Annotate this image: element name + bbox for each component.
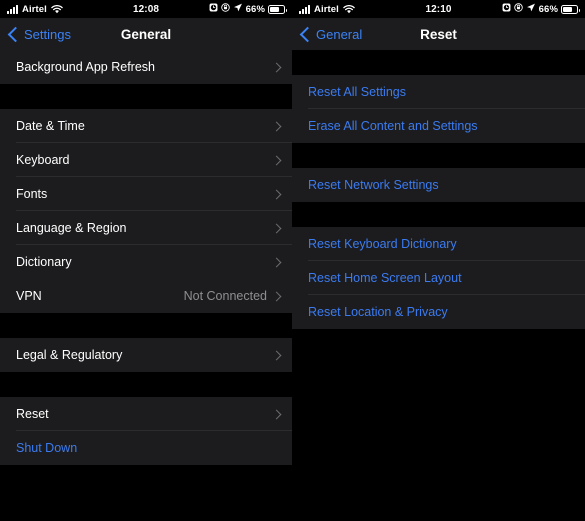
settings-row-shut-down[interactable]: Shut Down bbox=[0, 431, 292, 465]
group-gap bbox=[0, 372, 292, 397]
status-bar-right: 66% bbox=[502, 3, 580, 15]
settings-row-label: Background App Refresh bbox=[16, 60, 155, 74]
chevron-right-icon bbox=[271, 291, 282, 301]
settings-row-date-time[interactable]: Date & Time bbox=[0, 109, 292, 143]
wifi-icon bbox=[343, 4, 355, 14]
settings-table: Reset All Settings Erase All Content and … bbox=[292, 50, 585, 329]
nav-bar: Settings General bbox=[0, 18, 292, 50]
rotation-lock-icon bbox=[513, 3, 523, 15]
settings-row-label: Reset Location & Privacy bbox=[308, 305, 448, 319]
group-gap bbox=[292, 202, 585, 227]
status-bar-left: Airtel bbox=[299, 4, 355, 15]
wifi-icon bbox=[51, 4, 63, 14]
settings-row-erase-all-content-and-settings[interactable]: Erase All Content and Settings bbox=[292, 109, 585, 143]
chevron-right-icon bbox=[271, 409, 282, 419]
nav-bar: General Reset bbox=[292, 18, 585, 50]
settings-row-label: Reset Network Settings bbox=[308, 178, 439, 192]
chevron-right-icon bbox=[271, 155, 282, 165]
settings-row-reset-home-screen-layout[interactable]: Reset Home Screen Layout bbox=[292, 261, 585, 295]
settings-row-legal-regulatory[interactable]: Legal & Regulatory bbox=[0, 338, 292, 372]
chevron-left-icon bbox=[7, 26, 24, 42]
settings-row-reset-all-settings[interactable]: Reset All Settings bbox=[292, 75, 585, 109]
group-gap bbox=[292, 50, 585, 75]
alarm-clock-icon bbox=[209, 3, 218, 15]
back-button[interactable]: General bbox=[299, 26, 363, 42]
settings-row-label: Reset Home Screen Layout bbox=[308, 271, 462, 285]
chevron-right-icon bbox=[271, 350, 282, 360]
battery-percent-label: 66% bbox=[245, 3, 265, 15]
settings-group: Reset Keyboard Dictionary Reset Home Scre… bbox=[292, 227, 585, 329]
chevron-right-icon bbox=[271, 121, 282, 131]
settings-group: Background App Refresh bbox=[0, 50, 292, 84]
cellular-signal-icon bbox=[7, 4, 18, 14]
status-bar: Airtel 12:08 66% bbox=[0, 0, 292, 18]
location-arrow-icon bbox=[526, 3, 536, 15]
settings-group: Reset Shut Down bbox=[0, 397, 292, 465]
chevron-right-icon bbox=[271, 223, 282, 233]
settings-row-label: Reset All Settings bbox=[308, 85, 406, 99]
settings-group: Legal & Regulatory bbox=[0, 338, 292, 372]
battery-icon bbox=[268, 4, 287, 14]
location-arrow-icon bbox=[233, 3, 243, 15]
chevron-right-icon bbox=[271, 257, 282, 267]
settings-row-detail: Not Connected bbox=[183, 289, 267, 303]
status-bar-right: 66% bbox=[209, 3, 287, 15]
alarm-clock-icon bbox=[502, 3, 511, 15]
settings-row-vpn[interactable]: VPN Not Connected bbox=[0, 279, 292, 313]
settings-row-label: Date & Time bbox=[16, 119, 85, 133]
settings-row-reset[interactable]: Reset bbox=[0, 397, 292, 431]
battery-percent-label: 66% bbox=[538, 3, 558, 15]
status-bar-left: Airtel bbox=[7, 4, 63, 15]
settings-row-label: Dictionary bbox=[16, 255, 72, 269]
settings-row-fonts[interactable]: Fonts bbox=[0, 177, 292, 211]
group-gap bbox=[0, 313, 292, 338]
settings-row-reset-location-privacy[interactable]: Reset Location & Privacy bbox=[292, 295, 585, 329]
settings-group: VPN Not Connected bbox=[0, 279, 292, 313]
settings-table: Background App Refresh Date & Time Keyboar… bbox=[0, 50, 292, 490]
status-bar: Airtel 12:10 66% bbox=[292, 0, 585, 18]
settings-row-label: Erase All Content and Settings bbox=[308, 119, 478, 133]
rotation-lock-icon bbox=[220, 3, 230, 15]
settings-row-label: VPN bbox=[16, 289, 42, 303]
back-button-label: Settings bbox=[24, 26, 71, 42]
settings-row-label: Legal & Regulatory bbox=[16, 348, 123, 362]
settings-row-label: Reset bbox=[16, 407, 49, 421]
group-gap bbox=[0, 465, 292, 490]
settings-group: Reset All Settings Erase All Content and … bbox=[292, 75, 585, 143]
settings-row-label: Keyboard bbox=[16, 153, 70, 167]
back-button[interactable]: Settings bbox=[7, 26, 71, 42]
settings-row-background-app-refresh[interactable]: Background App Refresh bbox=[0, 50, 292, 84]
settings-row-label: Shut Down bbox=[16, 441, 78, 455]
cellular-signal-icon bbox=[299, 4, 310, 14]
phone-panel-general: Airtel 12:08 66% Settings General Background … bbox=[0, 0, 292, 521]
settings-row-reset-keyboard-dictionary[interactable]: Reset Keyboard Dictionary bbox=[292, 227, 585, 261]
settings-row-label: Reset Keyboard Dictionary bbox=[308, 237, 457, 251]
carrier-label: Airtel bbox=[22, 3, 47, 15]
chevron-right-icon bbox=[271, 62, 282, 72]
back-button-label: General bbox=[316, 26, 363, 42]
settings-row-keyboard[interactable]: Keyboard bbox=[0, 143, 292, 177]
chevron-right-icon bbox=[271, 189, 282, 199]
settings-row-reset-network-settings[interactable]: Reset Network Settings bbox=[292, 168, 585, 202]
battery-icon bbox=[561, 4, 580, 14]
phone-panel-reset: Airtel 12:10 66% General Reset Reset All Sett… bbox=[292, 0, 585, 521]
settings-row-language-region[interactable]: Language & Region bbox=[0, 211, 292, 245]
chevron-left-icon bbox=[299, 26, 316, 42]
settings-row-label: Language & Region bbox=[16, 221, 127, 235]
carrier-label: Airtel bbox=[314, 3, 339, 15]
group-gap bbox=[292, 143, 585, 168]
settings-group: Reset Network Settings bbox=[292, 168, 585, 202]
dual-phone-screenshot: Airtel 12:08 66% Settings General Background … bbox=[0, 0, 585, 521]
settings-row-label: Fonts bbox=[16, 187, 48, 201]
group-gap bbox=[0, 84, 292, 109]
settings-group: Date & Time Keyboard Fonts Language & Regio… bbox=[0, 109, 292, 279]
settings-row-dictionary[interactable]: Dictionary bbox=[0, 245, 292, 279]
